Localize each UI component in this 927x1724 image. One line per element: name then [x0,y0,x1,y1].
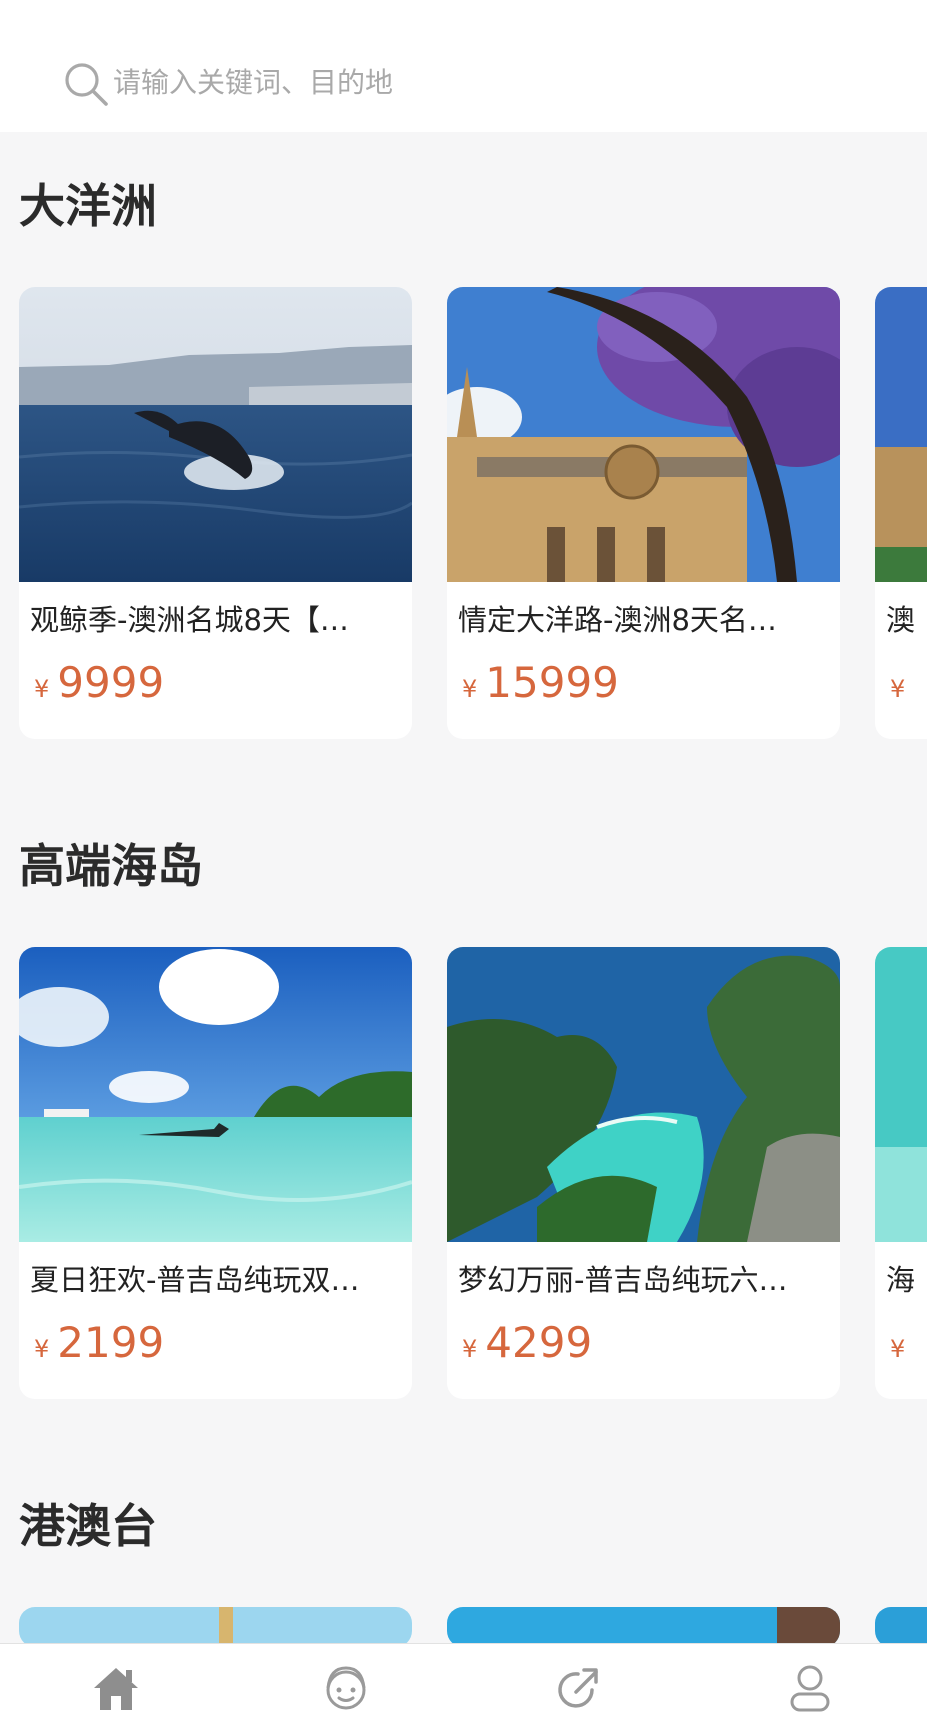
card-price: ¥4299 [462,1318,593,1367]
card-price: ¥2199 [34,1318,165,1367]
product-card[interactable] [875,1607,927,1647]
tab-home[interactable] [88,1660,144,1716]
tab-customer-service[interactable] [318,1660,374,1716]
tab-share[interactable] [550,1660,606,1716]
card-row-oceania[interactable]: 观鲸季-澳洲名城8天【… ¥9999 情定大洋路-澳洲8天名… ¥15999 澳… [0,287,927,739]
share-icon [558,1668,598,1708]
product-card[interactable]: 情定大洋路-澳洲8天名… ¥15999 [447,287,840,739]
product-card[interactable]: 夏日狂欢-普吉岛纯玩双… ¥2199 [19,947,412,1399]
card-title: 情定大洋路-澳洲8天名… [458,603,777,637]
card-title: 梦幻万丽-普吉岛纯玩六… [458,1263,788,1297]
card-image-partial [447,1607,840,1647]
card-image-beach [19,947,412,1242]
home-icon [94,1668,138,1710]
card-image-partial [19,1607,412,1647]
card-row-hk-macau-taiwan[interactable] [0,1607,927,1647]
card-title: 观鲸季-澳洲名城8天【… [30,603,349,637]
section-title-hk-macau-taiwan: 港澳台 [19,1499,157,1553]
card-image-whale [19,287,412,582]
product-card[interactable]: 澳 ¥ [875,287,927,739]
user-icon [790,1665,830,1712]
card-image-partial [875,287,927,582]
card-image-partial [875,1607,927,1647]
card-title: 夏日狂欢-普吉岛纯玩双… [30,1263,360,1297]
card-row-island[interactable]: 夏日狂欢-普吉岛纯玩双… ¥2199 梦幻万丽-普吉岛纯玩六… ¥4299 海 [0,947,927,1399]
card-price: ¥ [890,675,906,703]
search-input[interactable]: 请输入关键词、目的地 [113,64,393,102]
card-title: 海 [886,1263,916,1297]
card-image-lagoon [447,947,840,1242]
product-card[interactable]: 梦幻万丽-普吉岛纯玩六… ¥4299 [447,947,840,1399]
card-price: ¥ [890,1335,906,1363]
product-card[interactable] [19,1607,412,1647]
tab-profile[interactable] [782,1660,838,1716]
product-card[interactable]: 海 ¥ [875,947,927,1399]
card-price: ¥15999 [462,658,619,707]
product-card[interactable] [447,1607,840,1647]
product-card[interactable]: 观鲸季-澳洲名城8天【… ¥9999 [19,287,412,739]
card-image-partial [875,947,927,1242]
bottom-tab-bar [0,1643,927,1724]
search-icon [62,60,110,108]
section-title-oceania: 大洋洲 [19,179,157,233]
card-title: 澳 [886,603,916,637]
card-price: ¥9999 [34,658,165,707]
search-bar[interactable]: 请输入关键词、目的地 [0,0,927,132]
customer-service-icon [326,1666,366,1710]
section-title-island: 高端海岛 [19,839,203,893]
card-image-cathedral [447,287,840,582]
